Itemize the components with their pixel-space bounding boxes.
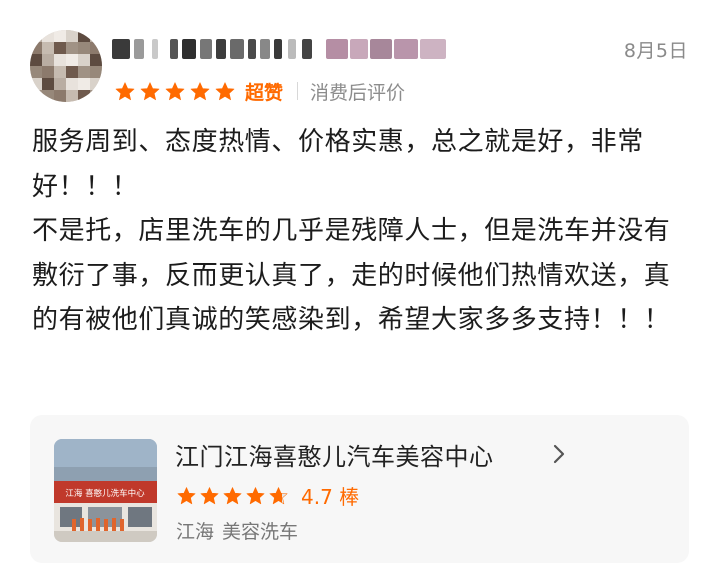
avatar-pixel [30,30,42,42]
star-icon [200,487,219,505]
avatar-pixel [66,30,78,42]
avatar-pixel [66,42,78,54]
star-icon [223,487,242,505]
store-card[interactable]: 江海 喜憨儿洗车中心 江门江海喜憨儿汽车美容中心 4.7 棒 江海 美容洗车 [30,415,689,563]
avatar-pixel [66,90,78,102]
store-area: 江海 [176,521,215,543]
store-thumbnail: 江海 喜憨儿洗车中心 [54,439,157,542]
star-icon [215,82,235,101]
username-redaction-block [230,39,244,59]
username-redaction-block [134,39,144,59]
avatar-pixel [78,42,90,54]
avatar-pixel [78,66,90,78]
avatar-pixel [90,42,102,54]
rating-badge: 超赞 [245,81,284,104]
username-redaction-block [152,39,158,59]
username-redaction-block [420,39,446,59]
username-redaction-block [170,39,178,59]
store-name[interactable]: 江门江海喜憨儿汽车美容中心 [175,437,494,472]
review-tag: 消费后评价 [310,81,406,104]
avatar-pixel [66,66,78,78]
star-icon [115,82,135,101]
avatar-pixel [54,30,66,42]
avatar-pixel [66,78,78,90]
avatar-pixel [42,54,54,66]
avatar-pixel [30,90,42,102]
username-redacted[interactable] [112,36,452,62]
username-redaction-block [260,39,270,59]
review-rating-row: 超赞 消费后评价 [114,77,405,105]
username-redaction-block [302,39,312,59]
avatar-pixel [90,30,102,42]
store-stars [176,485,291,506]
avatar-pixel [30,78,42,90]
avatar-pixel [42,30,54,42]
star-icon [190,82,210,101]
avatar-pixel [78,78,90,90]
review-paragraph: 服务周到、态度热情、价格实惠，总之就是好，非常好！！！ [32,127,644,202]
avatar-pixel [90,66,102,78]
avatar-pixel [90,78,102,90]
store-rating-row: 4.7 棒 [176,481,359,510]
avatar-pixel [78,54,90,66]
username-redaction-block [274,39,282,59]
avatar-pixel [54,78,66,90]
store-sign-text: 江海 喜憨儿洗车中心 [65,488,145,499]
username-redaction-block [216,39,226,59]
avatar-pixel [42,66,54,78]
avatar-pixel [66,54,78,66]
avatar-pixel [90,54,102,66]
star-icon [165,82,185,101]
avatar[interactable] [30,30,102,102]
avatar-pixel [30,54,42,66]
avatar-pixel [90,90,102,102]
store-category: 美容洗车 [222,521,299,543]
username-redaction-block [326,39,348,59]
username-redaction-block [394,39,418,59]
username-redaction-block [200,39,212,59]
review-date: 8月5日 [623,40,688,62]
chevron-right-icon[interactable] [550,443,568,465]
store-score: 4.7 棒 [301,485,360,509]
username-redaction-block [182,39,196,59]
star-icon [269,487,288,505]
storefront-image: 江海 喜憨儿洗车中心 [54,439,157,542]
avatar-pixel [54,54,66,66]
review-card: 8月5日 超赞 消费后评价 服务周到、态度热情、价格实惠，总之就是好，非常好！！… [0,0,720,584]
avatar-pixel [54,90,66,102]
divider [297,82,299,100]
username-redaction-block [288,39,296,59]
review-paragraph: 不是托，店里洗车的几乎是残障人士，但是洗车并没有敷衍了事，反而更认真了，走的时候… [32,216,671,336]
username-redaction-block [350,39,368,59]
avatar-pixel [54,42,66,54]
avatar-pixel [42,90,54,102]
star-icon [140,82,160,101]
username-redaction-block [248,39,256,59]
avatar-pixel [42,42,54,54]
star-icon [246,487,265,505]
avatar-pixel [30,66,42,78]
username-redaction-block [112,39,130,59]
review-stars [114,80,239,102]
avatar-pixel [42,78,54,90]
avatar-pixel [78,90,90,102]
review-content[interactable]: 服务周到、态度热情、价格实惠，总之就是好，非常好！！！ 不是托，店里洗车的几乎是… [32,120,696,343]
avatar-pixel [78,30,90,42]
avatar-pixel [30,42,42,54]
store-location: 江海 美容洗车 [176,517,298,544]
star-icon [177,487,196,505]
avatar-pixel [54,66,66,78]
username-redaction-block [370,39,392,59]
